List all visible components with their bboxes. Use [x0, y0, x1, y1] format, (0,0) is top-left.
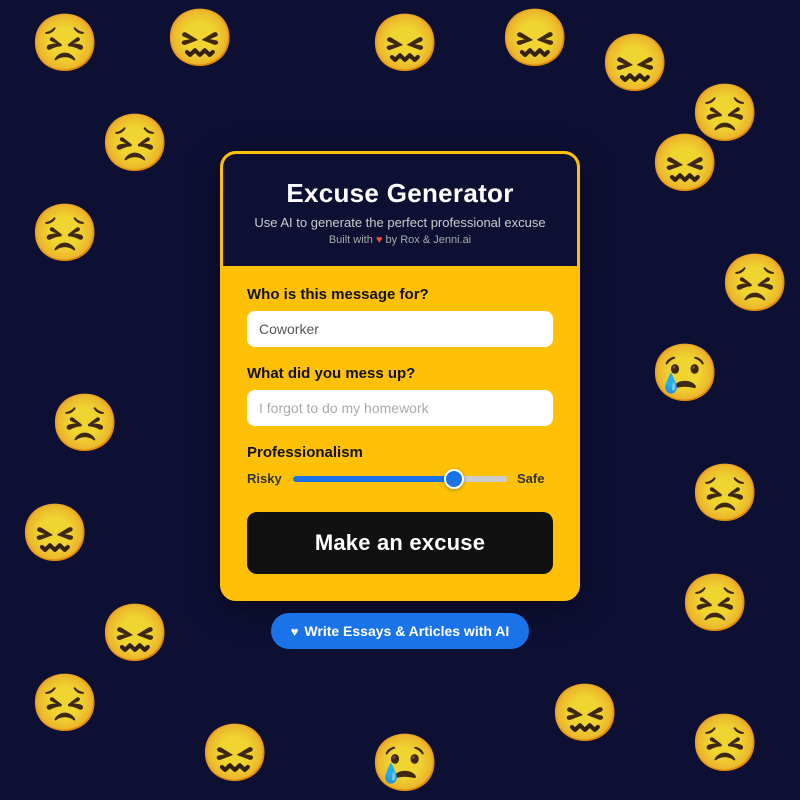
slider-left-label: Risky — [247, 471, 283, 486]
card-header: Excuse Generator Use AI to generate the … — [223, 154, 577, 266]
ai-heart-icon: ♥ — [291, 624, 299, 639]
professionalism-label: Professionalism — [247, 444, 553, 461]
background-emoji: 😣 — [720, 250, 790, 316]
background-emoji: 😣 — [30, 670, 100, 736]
background-emoji: 😣 — [30, 200, 100, 266]
main-card: Excuse Generator Use AI to generate the … — [220, 151, 580, 601]
background-emoji: 😖 — [370, 10, 440, 76]
background-emoji: 😣 — [50, 390, 120, 456]
built-by-suffix: by Rox & Jenni.ai — [386, 234, 472, 246]
background-emoji: 😖 — [550, 680, 620, 746]
background-emoji: 😖 — [20, 500, 90, 566]
make-excuse-button[interactable]: Make an excuse — [247, 512, 553, 574]
card-wrapper: Excuse Generator Use AI to generate the … — [220, 151, 580, 649]
background-emoji: 😖 — [165, 5, 235, 71]
professionalism-group: Professionalism Risky Safe — [247, 444, 553, 486]
background-emoji: 😣 — [30, 10, 100, 76]
background-emoji: 😢 — [650, 340, 720, 406]
ai-link-button[interactable]: ♥ Write Essays & Articles with AI — [271, 613, 530, 649]
mess-label: What did you mess up? — [247, 365, 553, 382]
card-body: Who is this message for? What did you me… — [223, 266, 577, 598]
built-by-text: Built with ♥ by Rox & Jenni.ai — [243, 234, 557, 246]
background-emoji: 😖 — [500, 5, 570, 71]
background-emoji: 😖 — [600, 30, 670, 96]
slider-row: Risky Safe — [247, 471, 553, 486]
slider-right-label: Safe — [517, 471, 553, 486]
app-subtitle: Use AI to generate the perfect professio… — [243, 215, 557, 230]
background-emoji: 😢 — [370, 730, 440, 796]
background-emoji: 😣 — [690, 80, 760, 146]
background-emoji: 😣 — [690, 460, 760, 526]
app-title: Excuse Generator — [243, 178, 557, 209]
professionalism-slider[interactable] — [293, 476, 507, 482]
background-emoji: 😣 — [100, 110, 170, 176]
built-by-prefix: Built with — [329, 234, 373, 246]
mess-group: What did you mess up? — [247, 365, 553, 426]
recipient-input[interactable] — [247, 311, 553, 347]
recipient-group: Who is this message for? — [247, 286, 553, 347]
ai-link-label: Write Essays & Articles with AI — [304, 623, 509, 639]
background-emoji: 😖 — [200, 720, 270, 786]
background-emoji: 😣 — [680, 570, 750, 636]
background-emoji: 😣 — [690, 710, 760, 776]
heart-icon: ♥ — [376, 234, 383, 246]
recipient-label: Who is this message for? — [247, 286, 553, 303]
background-emoji: 😖 — [100, 600, 170, 666]
background-emoji: 😖 — [650, 130, 720, 196]
mess-input[interactable] — [247, 390, 553, 426]
